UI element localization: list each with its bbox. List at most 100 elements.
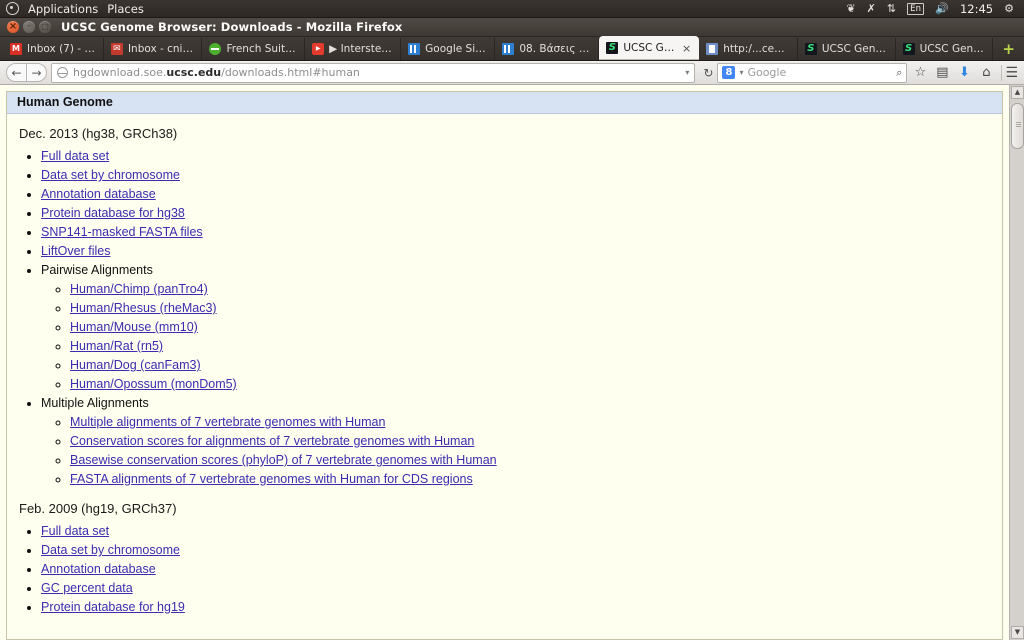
page-viewport: Human Genome Dec. 2013 (hg38, GRCh38) Fu… [0, 85, 1024, 640]
link-basewise-conservation-phylop[interactable]: Basewise conservation scores (phyloP) of… [70, 453, 497, 467]
list-item: Basewise conservation scores (phyloP) of… [70, 451, 1002, 470]
chevron-down-icon[interactable]: ▾ [739, 68, 743, 77]
globe-icon [57, 67, 68, 78]
network-updown-icon[interactable]: ⇅ [887, 3, 896, 14]
list-item: LiftOver files [41, 242, 1002, 261]
assembly-list-hg19: Full data set Data set by chromosome Ann… [41, 522, 1002, 617]
clock[interactable]: 12:45 [960, 2, 993, 16]
ucsc-icon [902, 43, 915, 55]
link-human-dog[interactable]: Human/Dog (canFam3) [70, 358, 201, 372]
search-input[interactable]: Google [747, 66, 786, 79]
tab-label: Google Sites [425, 43, 487, 55]
browser-tab-1[interactable]: Inbox - cnik... [104, 38, 203, 60]
page-body: Human Genome Dec. 2013 (hg38, GRCh38) Fu… [0, 85, 1009, 640]
scroll-up-icon[interactable]: ▲ [1011, 86, 1024, 99]
browser-tab-8[interactable]: UCSC Geno... [798, 38, 896, 60]
link-human-rhesus[interactable]: Human/Rhesus (rheMac3) [70, 301, 217, 315]
gmail-icon [10, 43, 22, 55]
tab-label: UCSC Ge... [623, 42, 676, 54]
doc-icon [706, 43, 719, 55]
link-data-set-by-chromosome[interactable]: Data set by chromosome [41, 168, 180, 182]
link-human-chimp[interactable]: Human/Chimp (panTro4) [70, 282, 208, 296]
browser-tab-6-active[interactable]: UCSC Ge... × [599, 36, 700, 60]
minimize-window-button[interactable] [23, 21, 35, 33]
window-titlebar: UCSC Genome Browser: Downloads - Mozilla… [0, 18, 1024, 37]
human-genome-panel: Human Genome Dec. 2013 (hg38, GRCh38) Fu… [6, 91, 1003, 640]
back-button[interactable]: ← [6, 63, 27, 82]
hamburger-menu-icon[interactable]: ☰ [1001, 64, 1018, 81]
chevron-down-icon[interactable]: ▾ [679, 68, 689, 77]
link-protein-database-hg19[interactable]: Protein database for hg19 [41, 600, 185, 614]
link-human-rat[interactable]: Human/Rat (rn5) [70, 339, 163, 353]
page-scrollbar[interactable]: ▲ ▼ [1009, 85, 1024, 640]
green-circle-icon [209, 43, 222, 55]
panel-title: Human Genome [7, 92, 1002, 114]
menu-places[interactable]: Places [107, 2, 144, 16]
list-item: Pairwise Alignments Human/Chimp (panTro4… [41, 261, 1002, 394]
list-item: SNP141-masked FASTA files [41, 223, 1002, 242]
maximize-window-button[interactable] [39, 21, 51, 33]
close-window-button[interactable] [7, 21, 19, 33]
bookmark-star-icon[interactable]: ☆ [911, 65, 929, 80]
close-tab-icon[interactable]: × [682, 42, 691, 55]
link-full-data-set[interactable]: Full data set [41, 149, 109, 163]
search-icon[interactable]: ⌕ [896, 66, 902, 80]
url-bar[interactable]: hgdownload.soe.ucsc.edu/downloads.html#h… [51, 62, 696, 83]
reader-mode-icon[interactable]: ▤ [933, 65, 951, 80]
assembly-title-hg19: Feb. 2009 (hg19, GRCh37) [19, 501, 177, 516]
browser-tab-9[interactable]: UCSC Geno... [896, 38, 994, 60]
link-full-data-set-hg19[interactable]: Full data set [41, 524, 109, 538]
tab-label: UCSC Geno... [821, 43, 887, 55]
assembly-title-hg38: Dec. 2013 (hg38, GRCh38) [19, 126, 178, 141]
scrollbar-thumb[interactable] [1011, 103, 1024, 149]
tab-label: UCSC Geno... [919, 43, 985, 55]
list-item: Conservation scores for alignments of 7 … [70, 432, 1002, 451]
search-bar[interactable]: 8 ▾ Google ⌕ [717, 62, 908, 83]
link-human-mouse[interactable]: Human/Mouse (mm10) [70, 320, 198, 334]
link-gc-percent-data[interactable]: GC percent data [41, 581, 133, 595]
link-fasta-alignments-cds[interactable]: FASTA alignments of 7 vertebrate genomes… [70, 472, 473, 486]
volume-icon[interactable]: 🔊 [935, 3, 949, 14]
gear-icon[interactable]: ⚙ [1004, 3, 1014, 14]
browser-tab-4[interactable]: Google Sites [401, 38, 496, 60]
home-icon[interactable]: ⌂ [977, 65, 995, 80]
tab-label: French Suite... [226, 43, 297, 55]
link-annotation-database[interactable]: Annotation database [41, 187, 156, 201]
link-liftover-files[interactable]: LiftOver files [41, 244, 110, 258]
link-multiple-alignments-7-vertebrate[interactable]: Multiple alignments of 7 vertebrate geno… [70, 415, 385, 429]
window-title: UCSC Genome Browser: Downloads - Mozilla… [61, 20, 403, 34]
link-protein-database-hg38[interactable]: Protein database for hg38 [41, 206, 185, 220]
browser-tab-5[interactable]: 08. Βάσεις Δ... [495, 38, 600, 60]
new-tab-button[interactable]: + [993, 38, 1024, 60]
dropbox-icon[interactable]: ❦ [846, 3, 855, 14]
label-pairwise-alignments: Pairwise Alignments [41, 263, 153, 277]
browser-tab-3[interactable]: ▶ Interstell... [305, 38, 402, 60]
assembly-list-hg38: Full data set Data set by chromosome Ann… [41, 147, 1002, 489]
menu-applications[interactable]: Applications [28, 2, 98, 16]
ubuntu-logo-icon[interactable] [6, 2, 19, 15]
keyboard-language-indicator[interactable]: En [907, 2, 925, 15]
link-annotation-database-hg19[interactable]: Annotation database [41, 562, 156, 576]
browser-tab-7[interactable]: http:/...ce66a [699, 38, 798, 60]
list-item: Human/Opossum (monDom5) [70, 375, 1002, 394]
link-snp141-masked-fasta[interactable]: SNP141-masked FASTA files [41, 225, 203, 239]
search-engine-icon[interactable]: 8 [722, 66, 736, 79]
google-sites-icon [502, 43, 515, 55]
list-item: Human/Dog (canFam3) [70, 356, 1002, 375]
downloads-icon[interactable]: ⬇ [955, 65, 973, 80]
reload-button[interactable]: ↻ [699, 66, 713, 80]
ucsc-icon [804, 43, 817, 55]
list-item: Data set by chromosome [41, 166, 1002, 185]
link-human-opossum[interactable]: Human/Opossum (monDom5) [70, 377, 237, 391]
forward-button[interactable]: → [26, 63, 47, 82]
browser-tab-0[interactable]: Inbox (7) - c... [3, 38, 104, 60]
window-controls [7, 21, 51, 33]
network-vpn-icon[interactable]: ✗ [867, 3, 876, 14]
scroll-down-icon[interactable]: ▼ [1011, 626, 1024, 639]
link-conservation-scores[interactable]: Conservation scores for alignments of 7 … [70, 434, 474, 448]
link-data-set-by-chromosome-hg19[interactable]: Data set by chromosome [41, 543, 180, 557]
list-item: Multiple Alignments Multiple alignments … [41, 394, 1002, 489]
list-item: Full data set [41, 147, 1002, 166]
mail-icon [110, 43, 123, 55]
browser-tab-2[interactable]: French Suite... [202, 38, 306, 60]
